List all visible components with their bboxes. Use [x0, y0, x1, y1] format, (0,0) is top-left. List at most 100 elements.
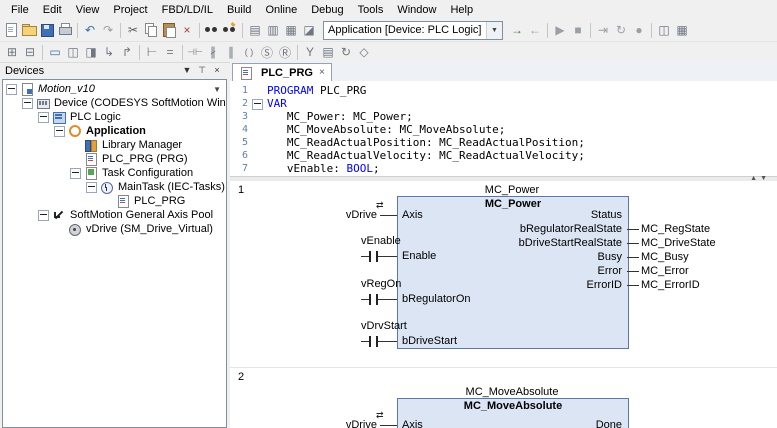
fold-icon[interactable] — [252, 99, 263, 110]
tree-item-plc-prg[interactable]: PLC_PRG — [3, 194, 226, 208]
open-project-icon[interactable] — [20, 21, 38, 39]
insert-set-coil-icon[interactable]: Ⓢ — [258, 43, 276, 61]
find-icon[interactable] — [203, 21, 221, 39]
refactor-icon[interactable]: ◪ — [300, 21, 318, 39]
new-project-icon[interactable] — [2, 21, 20, 39]
single-cycle-icon[interactable]: ↻ — [612, 21, 630, 39]
tree-expander-icon[interactable] — [54, 126, 65, 137]
fbd-editor[interactable]: 1MC_PowerMC_PowerAxis⇄vDriveEnablevEnabl… — [230, 181, 777, 428]
save-icon[interactable] — [38, 21, 56, 39]
devices-tree[interactable]: Motion_v10▼Device (CODESYS SoftMotion Wi… — [2, 79, 227, 428]
delete-icon[interactable]: × — [178, 21, 196, 39]
fb-instance-label[interactable]: MC_MoveAbsolute — [397, 386, 627, 398]
stop-icon[interactable]: ■ — [569, 21, 587, 39]
input-variable[interactable]: vDrive — [319, 209, 377, 221]
generate-code-icon[interactable]: ▥ — [264, 21, 282, 39]
code-line[interactable]: 4 MC_MoveAbsolute: MC_MoveAbsolute; — [230, 123, 777, 136]
new-window-icon[interactable]: ◫ — [655, 21, 673, 39]
code-line[interactable]: 2VAR — [230, 97, 777, 110]
tree-item-plc-logic[interactable]: PLC Logic — [3, 110, 226, 124]
menu-build[interactable]: Build — [220, 2, 258, 18]
contact-symbol[interactable] — [369, 251, 371, 262]
tree-expander-icon[interactable] — [22, 98, 33, 109]
insert-box-with-en-icon[interactable]: ◨ — [82, 43, 100, 61]
logout-icon[interactable]: → — [526, 21, 544, 39]
output-variable[interactable]: MC_RegState — [641, 223, 710, 235]
input-variable[interactable]: vEnable — [361, 235, 401, 247]
menu-tools[interactable]: Tools — [351, 2, 391, 18]
build-icon[interactable]: ▤ — [246, 21, 264, 39]
insert-network-icon[interactable]: ⊞ — [3, 43, 21, 61]
menu-help[interactable]: Help — [443, 2, 480, 18]
output-variable[interactable]: MC_DriveState — [641, 237, 716, 249]
login-icon[interactable]: → — [508, 21, 526, 39]
declaration-editor[interactable]: 1PROGRAM PLC_PRG2VAR3 MC_Power: MC_Power… — [230, 81, 777, 176]
code-line[interactable]: 7 vEnable: BOOL; — [230, 162, 777, 175]
insert-input-icon[interactable]: ⊢ — [143, 43, 161, 61]
view-toggle-icon[interactable]: ◇ — [355, 43, 373, 61]
start-icon[interactable]: ▶ — [551, 21, 569, 39]
fb-instance-label[interactable]: MC_Power — [397, 184, 627, 196]
tab-close-icon[interactable]: × — [319, 67, 325, 78]
insert-coil-icon[interactable]: ( ) — [240, 43, 258, 61]
print-icon[interactable] — [56, 21, 74, 39]
menu-online[interactable]: Online — [258, 2, 304, 18]
panel-dropdown-icon[interactable]: ▼ — [180, 64, 194, 77]
update-parameters-icon[interactable]: ↻ — [337, 43, 355, 61]
cut-icon[interactable]: ✂ — [124, 21, 142, 39]
insert-assignment-icon[interactable]: = — [161, 43, 179, 61]
menu-debug[interactable]: Debug — [304, 2, 350, 18]
tree-item-plc-prg-prg[interactable]: PLC_PRG (PRG) — [3, 152, 226, 166]
menu-fbd-ld-il[interactable]: FBD/LD/IL — [155, 2, 220, 18]
output-variable[interactable]: MC_ErrorID — [641, 279, 700, 291]
chevron-down-icon[interactable]: ▼ — [486, 22, 502, 39]
options-icon[interactable]: ▦ — [673, 21, 691, 39]
tree-expander-icon[interactable] — [6, 84, 17, 95]
tree-item-maintask-iec-tasks[interactable]: MainTask (IEC-Tasks) — [3, 180, 226, 194]
panel-close-icon[interactable]: × — [210, 64, 224, 77]
insert-reset-coil-icon[interactable]: Ⓡ — [276, 43, 294, 61]
menu-file[interactable]: File — [4, 2, 36, 18]
contact-symbol[interactable] — [369, 294, 371, 305]
tree-item-task-configuration[interactable]: Task Configuration — [3, 166, 226, 180]
step-over-icon[interactable]: ⇥ — [594, 21, 612, 39]
output-variable[interactable]: MC_Busy — [641, 251, 689, 263]
toggle-comment-icon[interactable]: ▤ — [319, 43, 337, 61]
insert-empty-box-icon[interactable]: ◫ — [64, 43, 82, 61]
insert-parallel-contact-icon[interactable]: ∥ — [222, 43, 240, 61]
breakpoint-icon[interactable]: ● — [630, 21, 648, 39]
application-selector[interactable]: Application [Device: PLC Logic] ▼ — [323, 21, 503, 40]
menu-window[interactable]: Window — [390, 2, 443, 18]
tree-root-dropdown-icon[interactable]: ▼ — [213, 83, 221, 97]
undo-icon[interactable]: ↶ — [81, 21, 99, 39]
menu-edit[interactable]: Edit — [36, 2, 69, 18]
insert-branch-icon[interactable]: Y — [301, 43, 319, 61]
insert-jump-icon[interactable]: ↳ — [100, 43, 118, 61]
tree-expander-icon[interactable] — [86, 182, 97, 193]
find-replace-icon[interactable] — [221, 21, 239, 39]
tree-item-library-manager[interactable]: Library Manager — [3, 138, 226, 152]
menu-view[interactable]: View — [69, 2, 107, 18]
tab-plc-prg[interactable]: PLC_PRG × — [232, 63, 332, 81]
code-line[interactable]: 3 MC_Power: MC_Power; — [230, 110, 777, 123]
tree-item-application[interactable]: Application — [3, 124, 226, 138]
tree-item-motion-v10[interactable]: Motion_v10▼ — [3, 82, 226, 96]
menu-project[interactable]: Project — [106, 2, 154, 18]
tree-item-softmotion-general-axis-pool[interactable]: SoftMotion General Axis Pool — [3, 208, 226, 222]
input-variable[interactable]: vDrvStart — [361, 320, 407, 332]
project-settings-icon[interactable]: ▦ — [282, 21, 300, 39]
tree-item-vdrive-sm-drive-virtual[interactable]: vDrive (SM_Drive_Virtual) — [3, 222, 226, 236]
redo-icon[interactable]: ↷ — [99, 21, 117, 39]
insert-contact-icon[interactable]: ⊣⊢ — [186, 43, 204, 61]
input-variable[interactable]: vDrive — [319, 419, 377, 428]
code-line[interactable]: 5 MC_ReadActualPosition: MC_ReadActualPo… — [230, 136, 777, 149]
contact-symbol[interactable] — [369, 336, 371, 347]
insert-return-icon[interactable]: ↱ — [118, 43, 136, 61]
output-variable[interactable]: MC_Error — [641, 265, 689, 277]
insert-negated-contact-icon[interactable]: ∦ — [204, 43, 222, 61]
insert-network-below-icon[interactable]: ⊟ — [21, 43, 39, 61]
paste-icon[interactable] — [160, 21, 178, 39]
code-line[interactable]: 1PROGRAM PLC_PRG — [230, 84, 777, 97]
tree-expander-icon[interactable] — [38, 210, 49, 221]
code-line[interactable]: 6 MC_ReadActualVelocity: MC_ReadActualVe… — [230, 149, 777, 162]
